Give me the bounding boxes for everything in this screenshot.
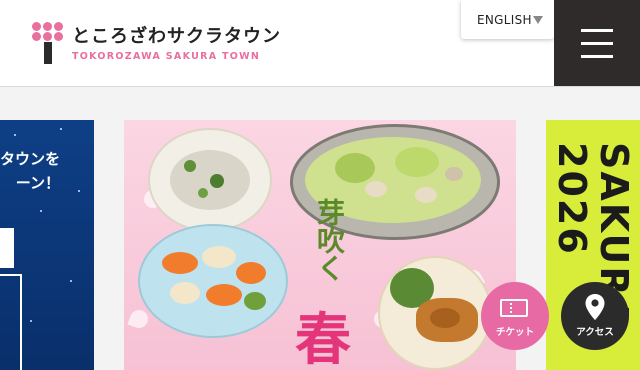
logo-japanese-text: ところざわサクラタウン (72, 26, 281, 47)
dish-chicken-image (378, 256, 492, 370)
ticket-button[interactable]: チケット (481, 282, 549, 350)
ticket-button-label: チケット (495, 327, 534, 338)
language-label: ENGLISH (477, 13, 532, 27)
dish-carrot-image (138, 224, 288, 338)
slide-previous-frame (0, 274, 22, 370)
dish-salad-image (148, 128, 272, 232)
sakura-logo-icon (32, 22, 64, 64)
language-switcher[interactable]: ENGLISH (461, 0, 554, 39)
access-button-label: アクセス (576, 327, 614, 338)
ticket-icon (500, 299, 528, 317)
caret-down-icon (533, 16, 543, 24)
map-pin-icon (585, 294, 605, 320)
menu-button[interactable] (554, 0, 640, 86)
slide-headline-large: 春 (295, 307, 351, 370)
carousel-slide-current[interactable]: 芽吹く 春 (124, 120, 516, 370)
slide-headline-vertical: 芽吹く (313, 198, 346, 282)
carousel-slide-previous[interactable]: タウンを ーン！ (0, 120, 94, 370)
slide-previous-text: ーン！ (15, 174, 60, 192)
slide-previous-graphic (0, 228, 14, 268)
access-button[interactable]: アクセス (561, 282, 629, 350)
slide-next-text: 2026 (550, 142, 594, 256)
logo-english-text: TOKOROZAWA SAKURA TOWN (72, 51, 261, 62)
site-logo[interactable]: ところざわサクラタウン TOKOROZAWA SAKURA TOWN (32, 20, 292, 66)
slide-previous-text: タウンを (0, 150, 60, 168)
site-header: ところざわサクラタウン TOKOROZAWA SAKURA TOWN ENGLI… (0, 0, 640, 87)
